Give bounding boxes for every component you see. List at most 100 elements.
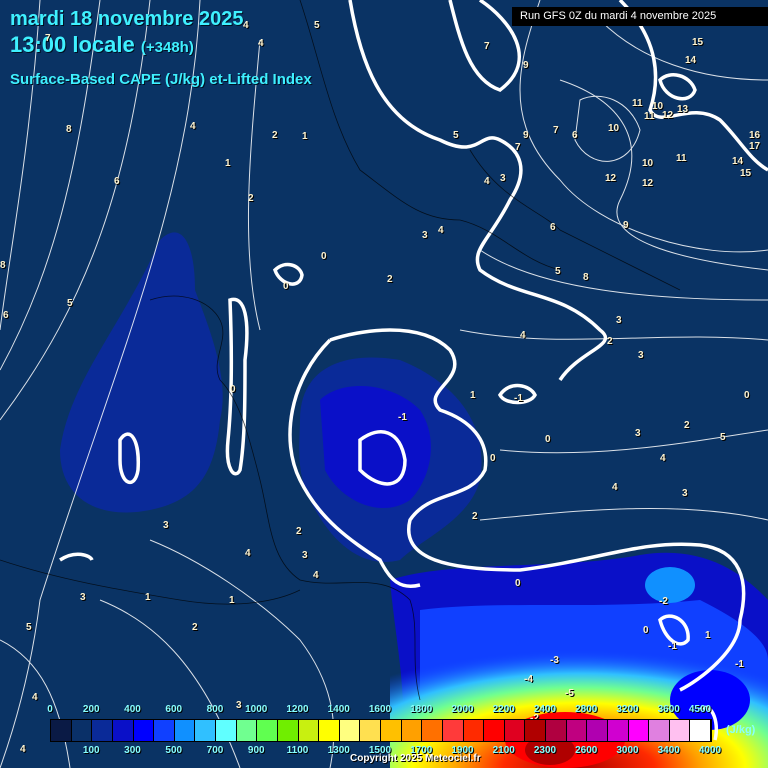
legend-swatch (154, 720, 175, 741)
lifted-index-label: 2 (296, 526, 302, 537)
legend-swatch (319, 720, 340, 741)
lifted-index-label: 4 (313, 570, 319, 581)
legend-swatch (216, 720, 237, 741)
lifted-index-label: -2 (659, 596, 668, 607)
legend-label: 3000 (616, 745, 639, 756)
lifted-index-label: 0 (283, 281, 289, 292)
lifted-index-label: 3 (302, 550, 308, 561)
legend-label: 2000 (451, 704, 474, 715)
lifted-index-label: 2 (684, 420, 690, 431)
legend-label: 1300 (327, 745, 350, 756)
lifted-index-label: 4 (612, 482, 618, 493)
lifted-index-label: 15 (692, 37, 704, 48)
lifted-index-label: 8 (0, 260, 6, 271)
lifted-index-label: 9 (523, 60, 529, 71)
lifted-index-label: 3 (422, 230, 428, 241)
legend-swatch (71, 720, 93, 741)
legend-label: 1600 (368, 704, 392, 715)
legend-swatch (298, 720, 320, 741)
legend-swatch (525, 720, 546, 741)
lifted-index-label: 11 (632, 98, 643, 109)
legend-label: 600 (165, 704, 183, 715)
lifted-index-label: 4 (190, 121, 196, 132)
legend-swatch (381, 720, 402, 741)
cape-shading (60, 232, 768, 768)
legend-label: 1400 (327, 704, 350, 715)
lifted-index-label: 11 (644, 111, 655, 122)
legend-label: 2200 (492, 704, 515, 715)
lifted-index-label: 7 (45, 33, 51, 44)
lifted-index-label: -1 (514, 393, 523, 404)
lifted-index-label: 4 (438, 225, 444, 236)
legend-swatch (236, 720, 258, 741)
legend-label: 2400 (533, 704, 557, 715)
lifted-index-label: 9 (523, 130, 529, 141)
lifted-index-label: 6 (3, 310, 9, 321)
lifted-index-label: 1 (145, 592, 151, 603)
lifted-index-label: 3 (682, 488, 688, 499)
legend-swatch (422, 720, 443, 741)
lifted-index-label: 12 (642, 178, 654, 189)
lifted-index-label: 1 (470, 390, 476, 401)
lifted-index-label: 3 (635, 428, 641, 439)
legend-swatch (92, 720, 113, 741)
lifted-index-label: 3 (616, 315, 622, 326)
legend-swatch (133, 720, 155, 741)
lifted-index-label: 0 (321, 251, 327, 262)
lifted-index-label: 1 (229, 595, 235, 606)
lifted-index-label: 2 (607, 336, 613, 347)
lifted-index-label: 3 (80, 592, 86, 603)
legend-swatch (277, 720, 299, 741)
legend-swatch (257, 720, 278, 741)
lifted-index-label: 3 (163, 520, 169, 531)
lifted-index-label: 6 (114, 176, 120, 187)
legend-swatch (587, 720, 608, 741)
legend-swatch (463, 720, 485, 741)
legend-label: 0 (47, 704, 53, 715)
legend-swatch (174, 720, 196, 741)
legend-swatch (566, 720, 588, 741)
lifted-index-label: 5 (26, 622, 32, 633)
lifted-index-label: 2 (272, 130, 278, 141)
lifted-index-label: -1 (398, 412, 407, 423)
lifted-index-label: 2 (192, 622, 198, 633)
lifted-index-label: 10 (642, 158, 654, 169)
legend-label: 2800 (575, 704, 598, 715)
lead-time: (+348h) (140, 39, 194, 56)
lifted-index-label: 4 (245, 548, 251, 559)
legend-label: 2100 (492, 745, 515, 756)
legend-label: 1100 (286, 745, 309, 756)
lifted-index-label: 6 (572, 130, 578, 141)
lifted-index-label: 0 (744, 390, 750, 401)
parameter-title: Surface-Based CAPE (J/kg) et-Lifted Inde… (10, 71, 312, 88)
lifted-index-label: 11 (676, 153, 687, 164)
legend-label: 200 (82, 704, 100, 715)
legend-swatch (649, 720, 670, 741)
lifted-index-label: 4 (520, 330, 526, 341)
lifted-index-label: 13 (677, 104, 689, 115)
lifted-index-label: 14 (732, 156, 744, 167)
local-time: 13:00 locale (10, 32, 135, 57)
lifted-index-label: 15 (740, 168, 752, 179)
legend-swatch (339, 720, 361, 741)
lifted-index-label: 1 (302, 131, 308, 142)
legend-label: 3200 (616, 704, 639, 715)
legend-swatch (669, 720, 691, 741)
legend-swatch (607, 720, 629, 741)
lifted-index-label: 1 (705, 630, 711, 641)
lifted-index-label: 7 (553, 125, 559, 136)
lifted-index-label: 4 (243, 20, 249, 31)
cape-color-scale (50, 719, 712, 742)
lifted-index-label: 4 (20, 744, 26, 755)
legend-swatch (690, 720, 711, 741)
lifted-index-label: 2 (387, 274, 393, 285)
legend-label: 100 (82, 745, 100, 756)
lifted-index-label: 5 (67, 298, 73, 309)
lifted-index-label: 5 (453, 130, 459, 141)
legend-swatch (628, 720, 650, 741)
lifted-index-label: -1 (735, 659, 744, 670)
legend-label: 400 (124, 704, 141, 715)
lifted-index-label: 3 (500, 173, 506, 184)
weather-map: mardi 18 novembre 2025 13:00 locale (+34… (0, 0, 768, 768)
legend-swatch (401, 720, 423, 741)
